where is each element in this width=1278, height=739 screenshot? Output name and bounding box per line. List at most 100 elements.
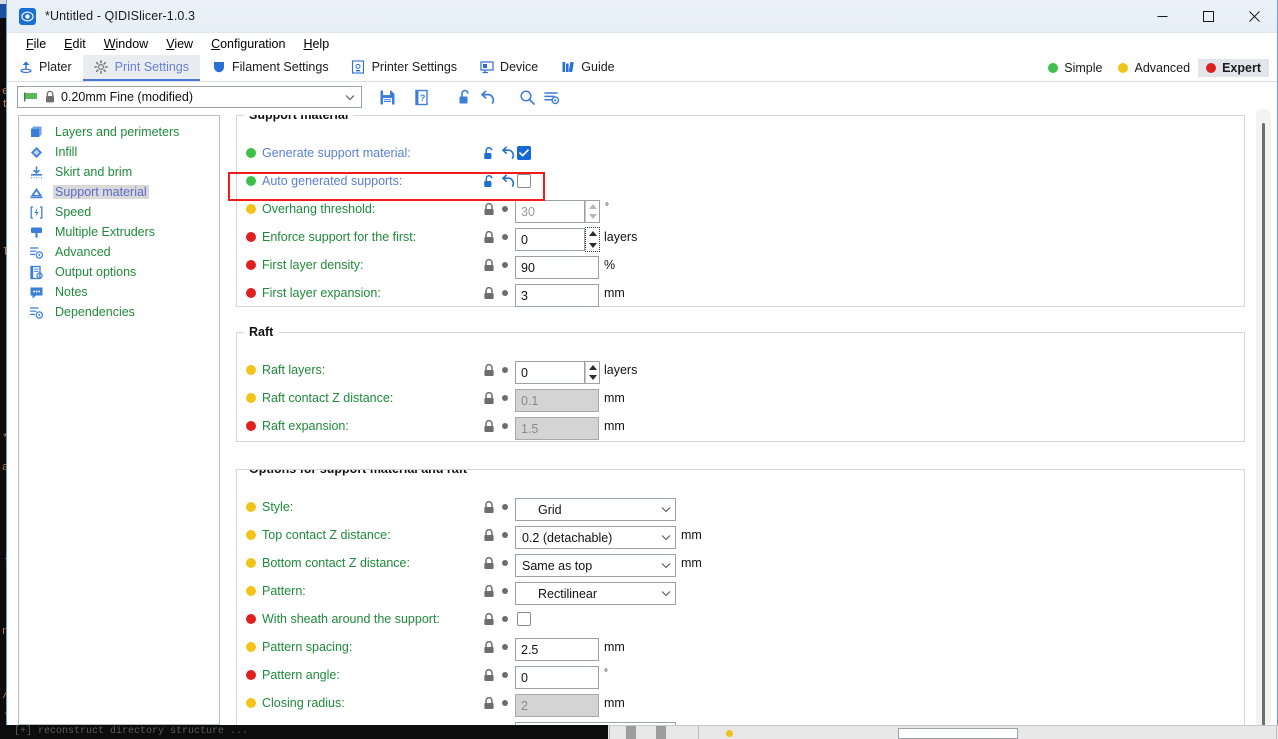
vertical-scrollbar[interactable] — [1256, 109, 1271, 733]
pattern-angle-input[interactable]: 0 — [515, 666, 599, 689]
sidebar-item-multiple-extruders[interactable]: Multiple Extruders — [19, 222, 219, 242]
revert-dot-icon[interactable] — [502, 367, 508, 373]
closed-lock-icon[interactable] — [482, 362, 496, 378]
raft-contact-z-distance-input[interactable]: 0.1 — [515, 389, 599, 412]
mode-simple[interactable]: Simple — [1040, 59, 1110, 77]
chevron-down-icon[interactable] — [657, 590, 675, 597]
scrollbar-thumb[interactable] — [1262, 123, 1265, 733]
sidebar-item-advanced[interactable]: Advanced — [19, 242, 219, 262]
tab-plater[interactable]: Plater — [7, 55, 83, 81]
closed-lock-icon[interactable] — [482, 639, 496, 655]
tab-device[interactable]: Device — [468, 55, 549, 81]
revert-dot-icon[interactable] — [502, 234, 508, 240]
open-lock-icon[interactable] — [482, 173, 496, 189]
menu-help[interactable]: Help — [294, 33, 338, 55]
mode-expert[interactable]: Expert — [1198, 59, 1269, 77]
sidebar-item-support-material[interactable]: Support material — [19, 182, 219, 202]
closed-lock-icon[interactable] — [482, 667, 496, 683]
revert-dot-icon[interactable] — [502, 700, 508, 706]
first-layer-density-input[interactable]: 90 — [515, 256, 599, 279]
closed-lock-icon[interactable] — [482, 583, 496, 599]
menu-edit[interactable]: Edit — [55, 33, 95, 55]
row-label: Pattern spacing: — [262, 640, 353, 654]
sidebar-item-output-options[interactable]: Output options — [19, 262, 219, 282]
minimize-icon[interactable] — [1139, 0, 1185, 33]
revert-dot-icon[interactable] — [502, 532, 508, 538]
style-combobox[interactable]: Grid — [515, 498, 676, 521]
enforce-support-first-layers-stepper[interactable] — [585, 227, 600, 252]
closed-lock-icon[interactable] — [482, 499, 496, 515]
revert-dot-icon[interactable] — [502, 560, 508, 566]
tab-printer-settings[interactable]: Printer Settings — [340, 55, 468, 81]
chevron-down-icon[interactable] — [657, 534, 675, 541]
menu-configuration[interactable]: Configuration — [202, 33, 294, 55]
closed-lock-icon[interactable] — [482, 285, 496, 301]
closed-lock-icon[interactable] — [482, 695, 496, 711]
status-badge — [246, 530, 256, 540]
close-icon[interactable] — [1231, 0, 1277, 33]
chevron-down-icon[interactable] — [657, 506, 675, 513]
sidebar-item-dependencies[interactable]: Dependencies — [19, 302, 219, 322]
closed-lock-icon[interactable] — [482, 555, 496, 571]
closed-lock-icon[interactable] — [482, 527, 496, 543]
revert-dot-icon[interactable] — [502, 588, 508, 594]
first-layer-expansion-input[interactable]: 3 — [515, 284, 599, 307]
page-question-icon[interactable]: ? — [404, 84, 438, 110]
sidebar-item-infill[interactable]: Infill — [19, 142, 219, 162]
with-sheath-around-support-checkbox[interactable] — [517, 612, 531, 626]
preset-bar: 0.20mm Fine (modified) ? — [7, 82, 1277, 112]
menu-view[interactable]: View — [157, 33, 202, 55]
closed-lock-icon[interactable] — [482, 257, 496, 273]
menu-file[interactable]: File — [17, 33, 55, 55]
revert-dot-icon[interactable] — [502, 644, 508, 650]
tab-guide[interactable]: Guide — [549, 55, 625, 81]
row-with-sheath-around-support: With sheath around the support: — [237, 605, 1244, 633]
open-lock-icon[interactable] — [482, 145, 496, 161]
closing-radius-input[interactable]: 2 — [515, 694, 599, 717]
closed-lock-icon[interactable] — [482, 201, 496, 217]
preset-combobox[interactable]: 0.20mm Fine (modified) — [17, 86, 362, 108]
revert-dot-icon[interactable] — [502, 262, 508, 268]
pattern-combobox[interactable]: Rectilinear — [515, 582, 676, 605]
bottom-contact-z-distance-combobox[interactable]: Same as top — [515, 554, 676, 577]
tab-filament-settings[interactable]: Filament Settings — [200, 55, 340, 81]
sidebar-item-layers-and-perimeters[interactable]: Layers and perimeters — [19, 122, 219, 142]
closed-lock-icon[interactable] — [482, 229, 496, 245]
mode-advanced[interactable]: Advanced — [1110, 59, 1198, 77]
closed-lock-icon[interactable] — [482, 418, 496, 434]
chevron-down-icon[interactable] — [657, 562, 675, 569]
revert-dot-icon[interactable] — [502, 504, 508, 510]
sidebar-item-speed[interactable]: Speed — [19, 202, 219, 222]
maximize-icon[interactable] — [1185, 0, 1231, 33]
undo-arrow-icon[interactable] — [500, 173, 516, 189]
floppy-save-icon[interactable] — [370, 84, 404, 110]
undo-arrow-icon[interactable] — [500, 145, 516, 161]
chevron-down-icon[interactable] — [343, 94, 357, 101]
auto-generated-supports-checkbox[interactable] — [517, 174, 531, 188]
list-gear-icon[interactable] — [538, 84, 564, 110]
raft-expansion-input[interactable]: 1.5 — [515, 417, 599, 440]
overhang-threshold-stepper[interactable] — [585, 200, 600, 223]
revert-dot-icon[interactable] — [502, 672, 508, 678]
generate-support-material-checkbox[interactable] — [517, 146, 531, 160]
overhang-threshold-input[interactable]: 30 — [515, 200, 585, 223]
revert-dot-icon[interactable] — [502, 423, 508, 429]
menu-window[interactable]: Window — [95, 33, 157, 55]
revert-dot-icon[interactable] — [502, 395, 508, 401]
revert-dot-icon[interactable] — [502, 616, 508, 622]
menu-bar: File Edit Window View Configuration Help — [7, 33, 1277, 55]
sidebar-item-notes[interactable]: Notes — [19, 282, 219, 302]
revert-dot-icon[interactable] — [502, 290, 508, 296]
tab-print-settings[interactable]: Print Settings — [82, 55, 200, 81]
raft-layers-stepper[interactable] — [585, 361, 600, 384]
pattern-spacing-input[interactable]: 2.5 — [515, 638, 599, 661]
revert-dot-icon[interactable] — [502, 206, 508, 212]
sidebar-item-skirt-and-brim[interactable]: Skirt and brim — [19, 162, 219, 182]
closed-lock-icon[interactable] — [482, 611, 496, 627]
raft-layers-input[interactable]: 0 — [515, 361, 585, 384]
undo-arrow-icon[interactable] — [474, 84, 500, 110]
unit-label: ° — [605, 202, 609, 213]
closed-lock-icon[interactable] — [482, 390, 496, 406]
enforce-support-first-layers-input[interactable]: 0 — [515, 228, 585, 251]
top-contact-z-distance-combobox[interactable]: 0.2 (detachable) — [515, 526, 676, 549]
